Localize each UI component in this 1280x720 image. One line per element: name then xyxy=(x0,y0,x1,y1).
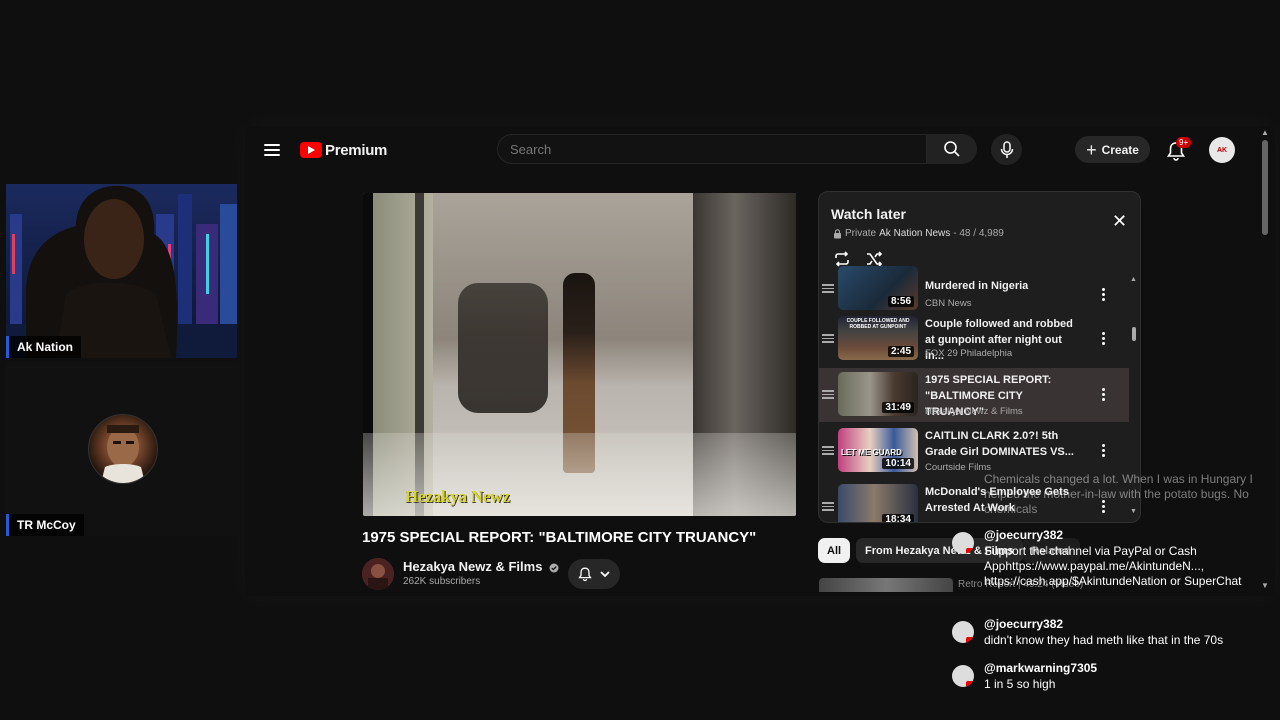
video-thumbnail: COUPLE FOLLOWED AND ROBBED AT GUNPOINT 2… xyxy=(838,316,918,360)
more-options-icon[interactable] xyxy=(1102,386,1106,403)
subscriber-count: 262K subscribers xyxy=(403,576,481,587)
video-item-title: CAITLIN CLARK 2.0?! 5th Grade Girl DOMIN… xyxy=(925,430,1074,458)
video-item-channel: Hezakya Newz & Films xyxy=(925,406,1023,417)
playlist-item[interactable]: LET ME GUARD 10:14 CAITLIN CLARK 2.0?! 5… xyxy=(819,424,1129,476)
camera-tile-host: Ak Nation xyxy=(6,184,237,358)
chat-username: @joecurry382 xyxy=(984,528,1064,542)
video-thumbnail: 18:34 xyxy=(838,484,918,522)
chat-avatar xyxy=(952,532,974,554)
camera-tile-guest: TR McCoy xyxy=(6,362,237,536)
playlist-privacy: Private xyxy=(845,228,877,239)
chat-avatar xyxy=(952,665,974,687)
video-watermark: Hezakya Newz xyxy=(405,487,510,506)
video-player[interactable]: Hezakya Newz xyxy=(363,193,796,516)
account-avatar[interactable]: AK xyxy=(1209,137,1235,163)
camera-name-label: TR McCoy xyxy=(6,514,84,536)
recommendation-thumbnail[interactable] xyxy=(819,578,953,592)
playlist-scrollbar-thumb[interactable] xyxy=(1132,327,1136,341)
create-button[interactable]: + Create xyxy=(1075,136,1150,163)
video-thumbnail: LET ME GUARD 10:14 xyxy=(838,428,918,472)
video-duration: 10:14 xyxy=(882,458,914,469)
video-thumbnail: 8:56 xyxy=(838,266,918,310)
microphone-icon xyxy=(1000,140,1013,158)
video-item-channel: Courtside Films xyxy=(925,462,991,473)
chat-username: @markwarning7305 xyxy=(984,661,1098,675)
lock-icon xyxy=(834,228,841,238)
playlist-position: - 48 / 4,989 xyxy=(953,228,1004,239)
youtube-badge-icon xyxy=(966,681,974,687)
youtube-play-icon xyxy=(300,142,322,158)
video-duration: 18:34 xyxy=(882,514,914,522)
close-icon[interactable]: ✕ xyxy=(1112,212,1127,230)
thumbnail-caption: COUPLE FOLLOWED AND ROBBED AT GUNPOINT xyxy=(846,318,910,330)
playlist-item[interactable]: 8:56 Murdered in Nigeria CBN News xyxy=(819,262,1129,314)
plus-icon: + xyxy=(1086,139,1097,160)
chat-text: didn't know they had meth like that in t… xyxy=(984,633,1224,647)
chip-all[interactable]: All xyxy=(818,538,851,563)
channel-name[interactable]: Hezakya Newz & Films xyxy=(403,559,559,574)
avatar-text: AK xyxy=(1216,146,1228,154)
thumbnail-caption: LET ME GUARD xyxy=(841,448,902,457)
logo-text: Premium xyxy=(325,141,388,159)
video-title: 1975 SPECIAL REPORT: "BALTIMORE CITY TRU… xyxy=(362,529,757,546)
youtube-badge-icon xyxy=(966,548,974,554)
youtube-badge-icon xyxy=(966,637,974,643)
create-label: Create xyxy=(1101,142,1139,157)
chat-message-faded: Chemicals changed a lot. When I was in H… xyxy=(984,472,1253,516)
page-scrollbar-thumb[interactable] xyxy=(1262,140,1268,235)
search-box[interactable] xyxy=(497,134,927,164)
webcam-feed xyxy=(6,184,237,358)
channel-name-text: Hezakya Newz & Films xyxy=(403,559,543,574)
channel-avatar[interactable] xyxy=(362,558,394,590)
playlist-item-current[interactable]: 31:49 1975 SPECIAL REPORT: "BALTIMORE CI… xyxy=(819,368,1129,422)
voice-search-button[interactable] xyxy=(991,134,1022,165)
video-duration: 8:56 xyxy=(887,296,914,307)
page-scroll-down-icon[interactable]: ▼ xyxy=(1261,581,1269,590)
search-icon xyxy=(944,141,960,157)
video-item-channel: CBN News xyxy=(925,298,972,309)
page-scroll-up-icon[interactable]: ▲ xyxy=(1261,128,1269,137)
chat-avatar xyxy=(952,621,974,643)
video-thumbnail: 31:49 xyxy=(838,372,918,416)
chat-username: @joecurry382 xyxy=(984,617,1064,631)
bell-icon xyxy=(578,567,592,582)
drag-handle-icon[interactable] xyxy=(822,282,834,295)
verified-icon xyxy=(549,563,559,573)
youtube-premium-logo[interactable]: Premium xyxy=(300,140,387,160)
video-item-channel: FOX 29 Philadelphia xyxy=(925,348,1013,359)
playlist-title[interactable]: Watch later xyxy=(831,206,906,222)
drag-handle-icon[interactable] xyxy=(822,332,834,345)
menu-icon[interactable] xyxy=(264,141,280,157)
drag-handle-icon[interactable] xyxy=(822,444,834,457)
chevron-down-icon xyxy=(600,571,610,578)
playlist-scroll-up-icon[interactable]: ▲ xyxy=(1130,276,1137,283)
video-item-title: Murdered in Nigeria xyxy=(925,280,1029,292)
playlist-meta: Private Ak Nation News - 48 / 4,989 xyxy=(833,228,1004,239)
drag-handle-icon[interactable] xyxy=(822,388,834,401)
channel-avatar-image xyxy=(362,558,394,590)
chat-text: 1 in 5 so high xyxy=(984,677,1056,691)
playlist-owner[interactable]: Ak Nation News xyxy=(879,228,950,239)
guest-avatar xyxy=(88,414,158,484)
search-input[interactable] xyxy=(498,135,922,163)
playlist-item[interactable]: COUPLE FOLLOWED AND ROBBED AT GUNPOINT 2… xyxy=(819,312,1129,364)
chat-text: Support the channel via PayPal or Cash A… xyxy=(984,544,1242,588)
more-options-icon[interactable] xyxy=(1102,330,1106,347)
more-options-icon[interactable] xyxy=(1102,286,1106,303)
more-options-icon[interactable] xyxy=(1102,442,1106,459)
camera-name-label: Ak Nation xyxy=(6,336,82,358)
subscription-bell-button[interactable] xyxy=(568,559,620,589)
drag-handle-icon[interactable] xyxy=(822,500,834,513)
video-crowd xyxy=(458,283,548,413)
notification-count-badge: 9+ xyxy=(1176,137,1192,148)
video-duration: 31:49 xyxy=(882,402,914,413)
search-button[interactable] xyxy=(927,134,977,164)
video-duration: 2:45 xyxy=(887,346,914,357)
